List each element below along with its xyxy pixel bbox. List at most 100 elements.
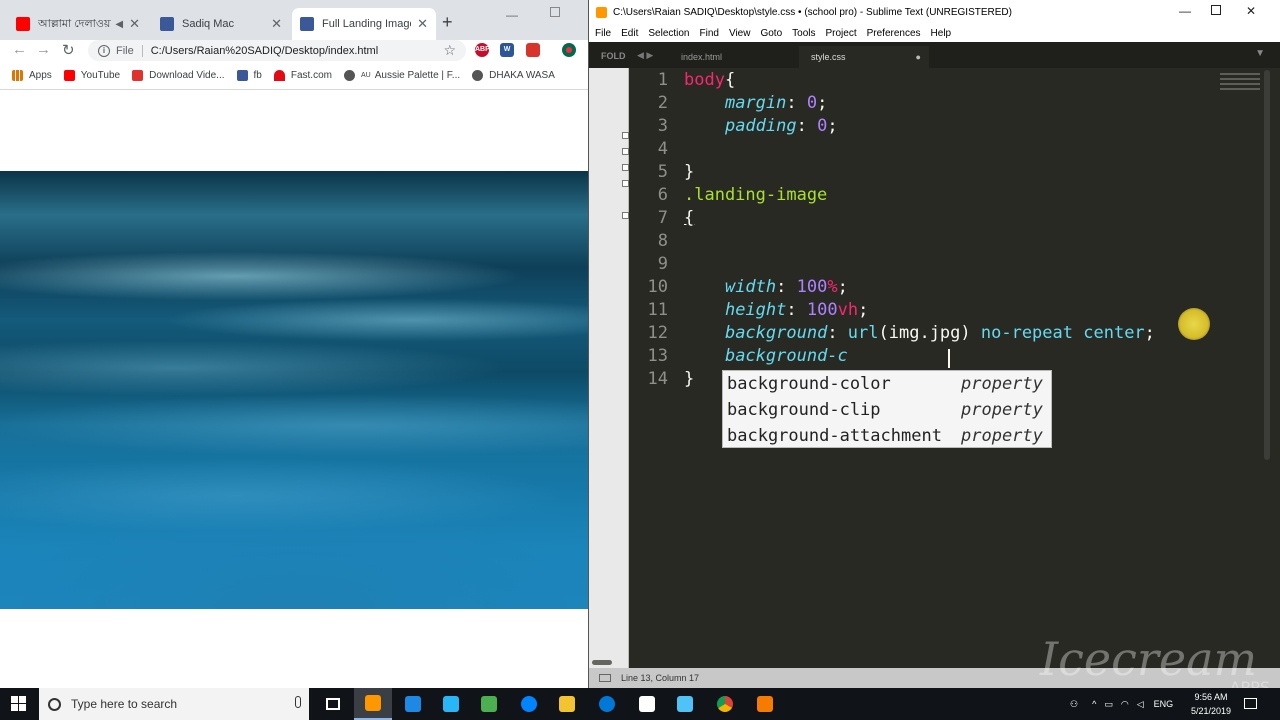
folder-toggle-icon[interactable] [622,164,629,171]
menu-help[interactable]: Help [931,28,952,39]
volume-icon[interactable]: ◁ [1137,699,1144,710]
chrome-tab-3[interactable]: Full Landing Image ✕ [292,8,436,40]
cursor-position: Line 13, Column 17 [621,673,700,683]
menu-tools[interactable]: Tools [792,28,815,39]
flag-ext-icon[interactable] [562,43,576,57]
new-tab-button[interactable]: + [442,12,453,33]
clock[interactable]: 9:56 AM 5/21/2019 [1186,690,1236,718]
window-title: C:\Users\Raian SADIQ\Desktop\style.css •… [613,6,1012,18]
store-icon[interactable] [628,688,666,720]
url-text[interactable]: C:/Users/Raian%20SADIQ/Desktop/index.htm… [151,45,378,57]
windows-start-icon[interactable] [11,696,27,712]
css-unit: % [827,277,838,297]
vertical-scrollbar[interactable] [1264,70,1270,460]
reload-icon[interactable]: ↻ [62,41,75,59]
bookmark-aussie-palette[interactable]: AU Aussie Palette | F... [343,70,460,81]
chrome-tab-1[interactable]: আল্লামা দেলাওয়া ◀ ✕ [8,8,148,40]
clock-date: 5/21/2019 [1190,706,1232,716]
bookmark-fast[interactable]: Fast.com [273,70,332,81]
folder-toggle-icon[interactable] [622,148,629,155]
cortana-icon [48,697,61,711]
minimap[interactable] [1220,70,1260,100]
people-icon[interactable]: ⚇ [1070,699,1078,710]
bookmark-youtube[interactable]: YouTube [63,70,120,81]
bookmark-fb[interactable]: fb [236,70,262,81]
code-editor[interactable]: body{ margin: 0; padding: 0; } .landing-… [678,68,1258,664]
network-icon[interactable]: ▭ [1104,699,1113,710]
bookmark-apps[interactable]: Apps [12,70,52,81]
semicolon: ; [817,93,828,113]
autocomplete-popup[interactable]: background-color property background-cli… [722,370,1052,448]
app-pen-icon[interactable] [666,688,704,720]
sublime-window: C:\Users\Raian SADIQ\Desktop\style.css •… [588,0,1280,688]
sidebar[interactable] [589,68,629,668]
line-number: 5 [657,162,668,182]
sublime-app-icon[interactable] [354,688,392,720]
unsaved-dot-icon[interactable]: ● [916,52,921,62]
language-indicator[interactable]: ENG [1154,699,1174,709]
colon: : [776,277,797,297]
mouse-cursor-highlight [1178,308,1210,340]
chrome-tab-2[interactable]: Sadiq Mac ✕ [152,8,290,40]
menu-goto[interactable]: Goto [760,28,782,39]
back-icon[interactable]: ← [12,41,27,58]
maximize-icon[interactable] [550,7,560,17]
tab-scroll-arrows-icon[interactable]: ◀ ▶ [637,50,653,61]
app-paint-icon[interactable] [432,688,470,720]
menu-edit[interactable]: Edit [621,28,638,39]
menu-selection[interactable]: Selection [648,28,689,39]
close-tab-icon[interactable]: ✕ [129,16,140,32]
autocomplete-item[interactable]: background-color property [723,371,1051,397]
close-tab-icon[interactable]: ✕ [417,16,428,32]
folder-toggle-icon[interactable] [622,132,629,139]
adblock-icon[interactable]: ABP [475,43,490,57]
action-center-icon[interactable] [1244,698,1257,709]
panel-toggle-icon[interactable] [599,674,611,682]
line-number: 1 [657,70,668,90]
file-explorer-icon[interactable] [548,688,586,720]
autocomplete-name: background-clip [727,400,881,420]
minimize-icon[interactable]: — [506,8,518,22]
wifi-icon[interactable]: ◠ [1121,699,1129,710]
menu-file[interactable]: File [595,28,611,39]
autocomplete-item[interactable]: background-clip property [723,397,1051,423]
tab-dropdown-icon[interactable]: ▼ [1255,48,1265,59]
task-view-icon[interactable] [314,688,352,720]
globe-icon [343,70,355,81]
maximize-icon[interactable] [1211,5,1221,15]
microphone-icon[interactable] [295,696,301,708]
app-blue-icon[interactable] [394,688,432,720]
horizontal-scrollbar[interactable] [592,660,612,665]
tab-style-css[interactable]: style.css ● [799,46,929,68]
forward-icon[interactable]: → [36,41,51,58]
menu-preferences[interactable]: Preferences [867,28,921,39]
speaker-icon[interactable]: ◀ [115,19,123,30]
menu-find[interactable]: Find [700,28,719,39]
facebook-icon [300,17,314,31]
tray-chevron-icon[interactable]: ^ [1092,699,1096,709]
address-bar[interactable]: i File C:/Users/Raian%20SADIQ/Desktop/in… [88,40,466,61]
word-icon[interactable]: W [500,43,514,57]
bookmark-dhaka-wasa[interactable]: DHAKA WASA [472,70,555,81]
close-tab-icon[interactable]: ✕ [271,16,282,32]
messenger-icon[interactable] [510,688,548,720]
info-icon[interactable]: i [98,44,110,57]
chrome-icon[interactable] [706,688,744,720]
autocomplete-item[interactable]: background-attachment property [723,423,1051,449]
menu-view[interactable]: View [729,28,751,39]
folder-toggle-icon[interactable] [622,212,629,219]
divider [141,44,143,57]
icecream-app-icon[interactable] [746,688,784,720]
sublime-menubar: File Edit Selection Find View Goto Tools… [589,24,1280,42]
shield-ext-icon[interactable] [526,43,540,57]
menu-project[interactable]: Project [826,28,857,39]
taskbar-search[interactable]: Type here to search [39,688,309,720]
bookmark-star-icon[interactable]: ☆ [443,42,456,59]
folder-toggle-icon[interactable] [622,180,629,187]
edge-icon[interactable] [588,688,626,720]
bookmark-download-video[interactable]: Download Vide... [132,70,225,81]
app-green-icon[interactable] [470,688,508,720]
tab-index-html[interactable]: index.html [669,46,789,68]
minimize-icon[interactable]: — [1179,4,1191,18]
close-icon[interactable]: ✕ [1246,4,1256,18]
